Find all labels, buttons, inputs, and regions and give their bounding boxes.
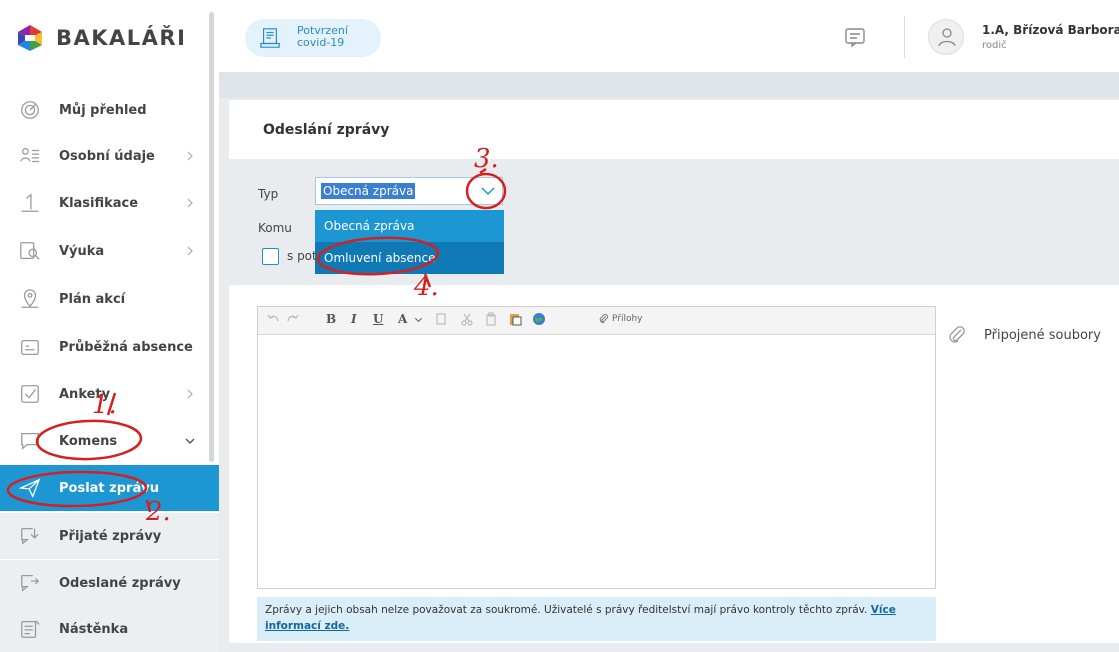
attachments-button[interactable]: Přílohy bbox=[612, 314, 643, 324]
notice-text: Zprávy a jejich obsah nelze považovat za… bbox=[265, 604, 868, 616]
underline-button[interactable]: U bbox=[373, 312, 383, 328]
paste-from-word-icon[interactable] bbox=[508, 312, 522, 328]
annotation-step-1: 1. bbox=[92, 390, 117, 420]
typ-select-value: Obecná zpráva bbox=[321, 183, 416, 199]
sidebar-item-label: Výuka bbox=[59, 243, 105, 259]
sidebar-item-klasifikace[interactable]: Klasifikace bbox=[0, 180, 219, 226]
editor-toolbar: B I U A Přílohy bbox=[258, 307, 935, 335]
book-search-icon bbox=[20, 242, 40, 260]
covid-label-line2: covid-19 bbox=[297, 36, 345, 49]
undo-icon[interactable] bbox=[266, 312, 280, 328]
annotation-step-2: 2. bbox=[146, 497, 171, 527]
font-color-button[interactable]: A bbox=[398, 312, 407, 328]
sidebar-item-label: Plán akcí bbox=[59, 291, 126, 307]
chevron-right-icon bbox=[187, 389, 193, 399]
annotation-step-4: 4. bbox=[414, 272, 439, 302]
link-globe-icon[interactable] bbox=[532, 312, 546, 328]
chevron-down-icon[interactable] bbox=[480, 183, 496, 199]
sidebar-item-label: Průběžná absence bbox=[59, 339, 193, 355]
sidebar-item-label: Komens bbox=[59, 433, 118, 449]
sidebar-item-nastenka[interactable]: Nástěnka bbox=[0, 606, 219, 652]
logo-text: BAKALÁŘI bbox=[56, 26, 187, 50]
chevron-right-icon bbox=[187, 198, 193, 208]
sidebar-item-osobni-udaje[interactable]: Osobní údaje bbox=[0, 133, 219, 179]
send-icon bbox=[19, 478, 41, 498]
map-pin-icon bbox=[21, 289, 39, 308]
covid-label: Potvrzení covid-19 bbox=[297, 25, 348, 49]
sidebar-item-komens[interactable]: Komens bbox=[0, 418, 219, 464]
user-name[interactable]: 1.A, Břízová Barbora bbox=[982, 23, 1119, 37]
id-card-icon bbox=[20, 148, 40, 163]
inbox-icon bbox=[21, 528, 39, 545]
sidebar-item-label: Poslat zprávu bbox=[59, 480, 159, 496]
bakalari-logo-icon bbox=[18, 25, 42, 51]
sidebar-item-muj-prehled[interactable]: Můj přehled bbox=[0, 87, 219, 133]
sidebar-item-label: Nástěnka bbox=[59, 621, 129, 637]
sidebar-item-label: Odeslané zprávy bbox=[59, 575, 181, 591]
paperclip-icon[interactable] bbox=[598, 313, 609, 329]
typ-dropdown-list: Obecná zpráva Omluvení absence bbox=[315, 210, 504, 274]
sidebar-item-label: Přijaté zprávy bbox=[59, 528, 162, 544]
bold-button[interactable]: B bbox=[326, 312, 336, 328]
top-header: Potvrzení covid-19 1.A, Břízová Barbora … bbox=[219, 0, 1119, 72]
messages-icon[interactable] bbox=[842, 24, 868, 50]
typ-label: Typ bbox=[258, 187, 279, 201]
message-editor[interactable]: B I U A Přílohy bbox=[257, 306, 936, 589]
avatar[interactable] bbox=[928, 19, 964, 55]
attached-files-label: Připojené soubory bbox=[984, 328, 1101, 343]
sidebar-item-prijate-zpravy[interactable]: Přijaté zprávy bbox=[0, 513, 219, 559]
typ-select[interactable]: Obecná zpráva bbox=[315, 177, 503, 205]
sidebar-item-label: Osobní údaje bbox=[59, 148, 155, 164]
header-divider bbox=[904, 16, 905, 58]
chevron-right-icon bbox=[187, 246, 193, 256]
sidebar-item-prubezna-absence[interactable]: Průběžná absence bbox=[0, 324, 219, 370]
sidebar-item-plan-akci[interactable]: Plán akcí bbox=[0, 276, 219, 322]
confirmation-checkbox[interactable] bbox=[262, 248, 279, 265]
absence-icon bbox=[21, 339, 39, 355]
target-icon bbox=[21, 101, 39, 119]
grade-one-icon bbox=[21, 193, 39, 212]
logo[interactable]: BAKALÁŘI bbox=[16, 24, 186, 52]
form-area: Typ Komu Obecná zpráva Obecná zpráva Oml… bbox=[229, 159, 1119, 285]
chevron-right-icon bbox=[187, 151, 193, 161]
chat-icon bbox=[21, 433, 39, 450]
sidebar-item-label: Klasifikace bbox=[59, 195, 139, 211]
dropdown-option-label: Obecná zpráva bbox=[324, 219, 415, 233]
outbox-icon bbox=[21, 575, 40, 592]
checkbox-icon bbox=[21, 385, 39, 403]
chevron-down-icon[interactable] bbox=[414, 313, 423, 329]
sidebar-item-label: Můj přehled bbox=[59, 102, 147, 118]
sidebar-item-vyuka[interactable]: Výuka bbox=[0, 228, 219, 274]
board-icon bbox=[21, 620, 40, 638]
user-icon bbox=[938, 28, 956, 47]
sidebar-item-poslat-zpravu[interactable]: Poslat zprávu bbox=[0, 465, 219, 511]
chevron-down-icon bbox=[185, 438, 195, 444]
copy-icon[interactable] bbox=[434, 312, 448, 328]
confirmation-checkbox-label: s pot bbox=[287, 249, 317, 263]
dropdown-option-omluveni-absence[interactable]: Omluvení absence bbox=[315, 242, 504, 274]
annotation-step-3: 3. bbox=[474, 144, 499, 174]
redo-icon[interactable] bbox=[286, 312, 300, 328]
dropdown-option-obecna-zprava[interactable]: Obecná zpráva bbox=[315, 210, 504, 242]
header-strip bbox=[219, 72, 1119, 98]
paperclip-icon bbox=[949, 326, 965, 343]
privacy-notice: Zprávy a jejich obsah nelze považovat za… bbox=[257, 597, 936, 641]
sidebar: BAKALÁŘI Můj přehled Osobní údaje Klasif… bbox=[0, 0, 219, 652]
sidebar-item-odeslane-zpravy[interactable]: Odeslané zprávy bbox=[0, 560, 219, 606]
certificate-icon bbox=[260, 28, 280, 48]
komu-label: Komu bbox=[258, 221, 292, 235]
message-form-card: Odeslání zprávy Typ Komu Obecná zpráva O… bbox=[229, 100, 1119, 643]
paste-icon[interactable] bbox=[484, 312, 498, 328]
covid-confirmation-button[interactable]: Potvrzení covid-19 bbox=[245, 19, 381, 57]
page-title: Odeslání zprávy bbox=[263, 122, 390, 138]
cut-icon[interactable] bbox=[460, 312, 474, 328]
dropdown-option-label: Omluvení absence bbox=[324, 251, 436, 265]
user-role: rodič bbox=[982, 40, 1007, 51]
italic-button[interactable]: I bbox=[351, 312, 357, 328]
